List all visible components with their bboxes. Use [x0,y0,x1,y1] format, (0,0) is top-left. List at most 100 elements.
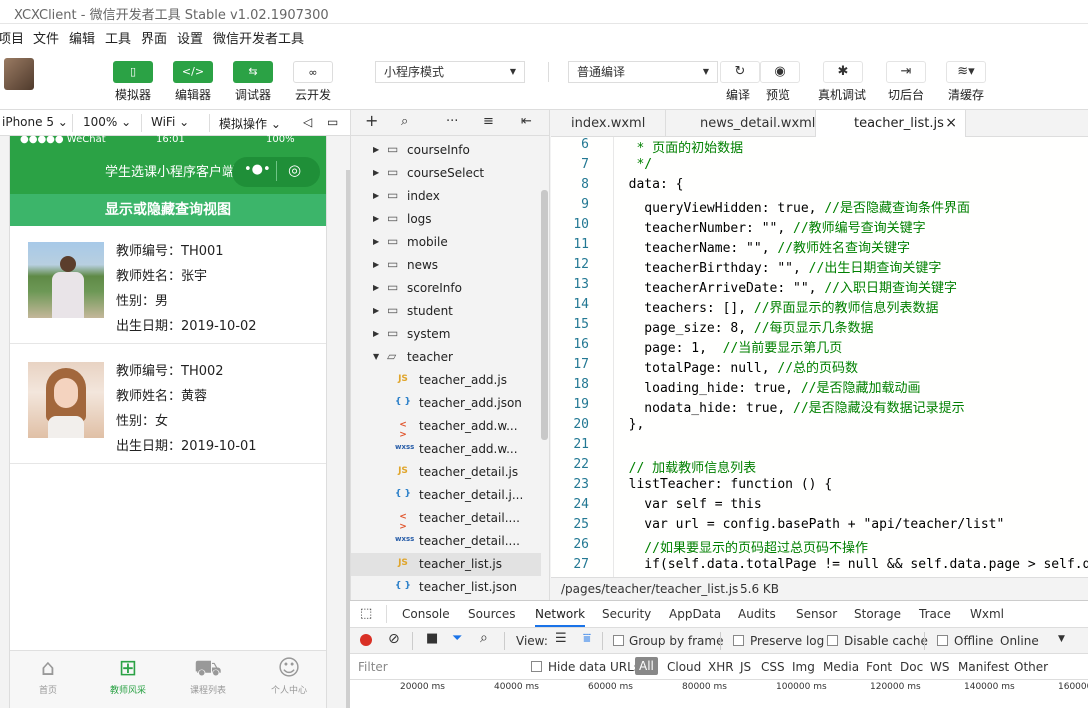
close-icon[interactable]: × [945,110,957,137]
code-line[interactable]: 19 nodata_hide: true, //是否隐藏没有数据记录提示 [551,397,1088,417]
menu-item-project[interactable]: 项目 [0,28,24,47]
preview-button[interactable]: ◉ [760,61,800,83]
tree-file[interactable]: { } teacher_detail.j... [351,484,541,507]
group-by-frame-checkbox[interactable] [613,635,624,646]
tree-folder-open[interactable]: ▼ ▱ teacher [351,346,541,369]
code-line[interactable]: 7 */ [551,157,1088,177]
code-line[interactable]: 18 loading_hide: true, //是否隐藏加载动画 [551,377,1088,397]
search-icon[interactable]: ⌕ [480,630,488,646]
tree-folder[interactable]: ▶ ▭ scoreInfo [351,277,541,300]
cloud-dev-button[interactable]: ∞ [293,61,333,83]
editor-tab[interactable]: index.wxml [551,110,666,137]
teacher-card[interactable]: 教师编号：TH001 教师姓名：张宇 性别：男 出生日期：2019-10-02 [10,226,326,344]
tab-home[interactable]: ⌂ 首页 [18,655,78,696]
type-filter-font[interactable]: Font [866,660,892,674]
code-line[interactable]: 9 queryViewHidden: true, //是否隐藏查询条件界面 [551,197,1088,217]
more-icon[interactable]: •●• [244,162,271,177]
code-line[interactable]: 23 listTeacher: function () { [551,477,1088,497]
tree-file[interactable]: { } teacher_list.json [351,576,541,599]
type-filter-media[interactable]: Media [823,660,859,674]
menu-item-tools[interactable]: 工具 [105,28,131,47]
tree-folder[interactable]: ▶ ▭ mobile [351,231,541,254]
background-button[interactable]: ⇥ [886,61,926,83]
compile-select[interactable]: 普通编译 ▼ [568,61,718,83]
compile-button[interactable]: ↻ [720,61,760,83]
user-avatar[interactable] [4,58,34,90]
devtools-tab-trace[interactable]: Trace [919,607,951,621]
tree-file[interactable]: JS teacher_add.js [351,369,541,392]
tree-file[interactable]: wxss teacher_add.w... [351,438,541,461]
code-line[interactable]: 17 totalPage: null, //总的页码数 [551,357,1088,377]
close-circle-icon[interactable]: ◎ [288,161,301,179]
clear-icon[interactable]: ⊘ [388,631,400,647]
menu-item-edit[interactable]: 编辑 [69,28,95,47]
type-filter-other[interactable]: Other [1014,660,1048,674]
type-filter-all[interactable]: All [635,657,658,675]
volume-icon[interactable]: ◁ [303,115,312,129]
tree-folder[interactable]: ▶ ▭ student [351,300,541,323]
code-line[interactable]: 12 teacherBirthday: "", //出生日期查询关键字 [551,257,1088,277]
tree-folder[interactable]: ▶ ▭ logs [351,208,541,231]
debugger-button[interactable]: ⇆ [233,61,273,83]
throttle-select[interactable]: Online [1000,634,1039,648]
tree-folder[interactable]: ▶ ▭ index [351,185,541,208]
camera-icon[interactable]: ■ [426,631,438,646]
devtools-tab-sensor[interactable]: Sensor [796,607,837,621]
devtools-tab-network[interactable]: Network [535,607,586,627]
code-line[interactable]: 10 teacherNumber: "", //教师编号查询关键字 [551,217,1088,237]
menu-item-interface[interactable]: 界面 [141,28,167,47]
code-line[interactable]: 6 * 页面的初始数据 [551,137,1088,157]
simulate-action-select[interactable]: 模拟操作 ⌄ [219,115,281,132]
code-line[interactable]: 20 }, [551,417,1088,437]
type-filter-cloud[interactable]: Cloud [667,660,701,674]
tree-file[interactable]: { } teacher_add.json [351,392,541,415]
add-icon[interactable]: + [365,111,378,130]
type-filter-img[interactable]: Img [792,660,815,674]
code-line[interactable]: 27 if(self.data.totalPage != null && sel… [551,557,1088,577]
tree-file-selected[interactable]: JS teacher_list.js [351,553,541,576]
menu-item-settings[interactable]: 设置 [177,28,203,47]
tree-folder[interactable]: ▶ ▭ news [351,254,541,277]
remote-debug-button[interactable]: ✱ [823,61,863,83]
code-line[interactable]: 25 var url = config.basePath + "api/teac… [551,517,1088,537]
hide-data-urls-checkbox[interactable] [531,661,542,672]
tab-profile[interactable]: ☺ 个人中心 [259,655,319,696]
code-line[interactable]: 15 page_size: 8, //每页显示几条数据 [551,317,1088,337]
devtools-tab-wxml[interactable]: Wxml [970,607,1004,621]
devtools-tab-storage[interactable]: Storage [854,607,901,621]
query-toggle-button[interactable]: 显示或隐藏查询视图 [10,194,326,226]
tree-folder[interactable]: ▶ ▭ courseSelect [351,162,541,185]
device-select[interactable]: iPhone 5 ⌄ [2,115,68,129]
type-filter-xhr[interactable]: XHR [708,660,734,674]
type-filter-doc[interactable]: Doc [900,660,923,674]
tree-folder[interactable]: ▶ ▭ courseInfo [351,139,541,162]
clear-cache-button[interactable]: ≋▾ [946,61,986,83]
devtools-tab-console[interactable]: Console [402,607,450,621]
more-icon[interactable]: ··· [446,114,458,129]
tree-file[interactable]: wxss teacher_detail.... [351,530,541,553]
editor-button[interactable]: </> [173,61,213,83]
code-line[interactable]: 26 //如果要显示的页码超过总页码不操作 [551,537,1088,557]
waterfall-icon[interactable]: ⩸ [583,631,591,646]
devtools-tab-security[interactable]: Security [602,607,651,621]
code-line[interactable]: 13 teacherArriveDate: "", //入职日期查询关键字 [551,277,1088,297]
disable-cache-checkbox[interactable] [827,635,838,646]
code-line[interactable]: 24 var self = this [551,497,1088,517]
devtools-tab-sources[interactable]: Sources [468,607,515,621]
record-icon[interactable] [360,634,372,646]
devtools-tab-audits[interactable]: Audits [738,607,776,621]
editor-tab-active[interactable]: teacher_list.js × [816,110,966,137]
tab-teachers[interactable]: ⊞ 教师风采 [98,655,158,696]
menu-item-file[interactable]: 文件 [33,28,59,47]
list-view-icon[interactable]: ☰ [555,631,567,646]
tab-courses[interactable]: ⛟ 课程列表 [178,655,238,696]
type-filter-css[interactable]: CSS [761,660,785,674]
simulator-button[interactable]: ▯ [113,61,153,83]
inspect-icon[interactable]: ⬚ [360,606,372,621]
code-area[interactable]: 6 * 页面的初始数据 7 */8 data: {9 queryViewHidde… [551,137,1088,577]
code-line[interactable]: 8 data: { [551,177,1088,197]
code-line[interactable]: 22 // 加载教师信息列表 [551,457,1088,477]
menu-item-wechat-devtools[interactable]: 微信开发者工具 [213,28,304,47]
collapse-icon[interactable]: ≡ [483,114,494,129]
type-filter-manifest[interactable]: Manifest [958,660,1009,674]
